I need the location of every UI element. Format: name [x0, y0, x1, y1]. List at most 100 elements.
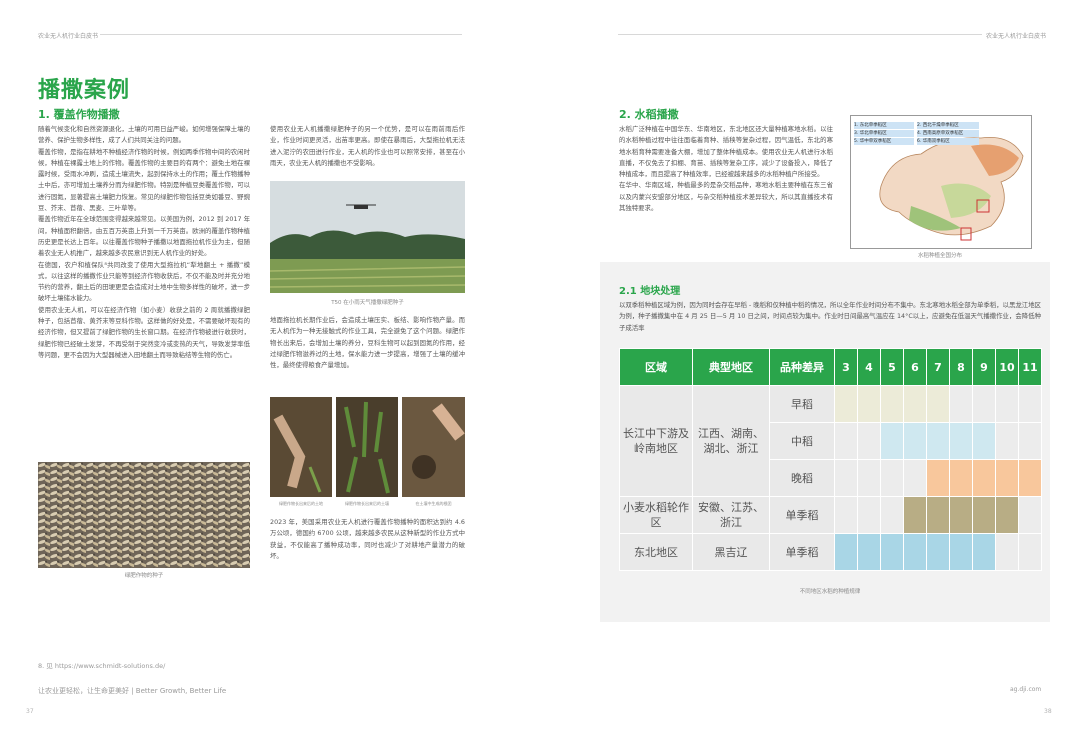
- soil-photo-2: [336, 397, 398, 497]
- plot-text: 以双季稻种植区域为例，因为同时会存在早稻 - 晚稻和仅种植中稻的情况，所以全年作…: [619, 300, 1041, 334]
- schedule-cell-active: [926, 533, 950, 571]
- schedule-cell: [1018, 496, 1042, 534]
- table-body: 长江中下游及岭南地区 江西、湖南、湖北、浙江 早稻 中稻 晚稻 小麦水稻轮作区 安徽、江苏、…: [619, 385, 1042, 571]
- schedule-cell-active: [949, 422, 973, 460]
- seeds-photo: [38, 462, 250, 568]
- schedule-cell-active: [926, 385, 950, 423]
- header-month: 11: [1018, 348, 1042, 386]
- paragraph: 使用农业无人机，可以在经济作物（如小麦）收获之前的 2 周就播撒绿肥种子，包括苜…: [38, 305, 250, 359]
- header-area: 典型地区: [692, 348, 770, 386]
- schedule-cell: [857, 459, 881, 497]
- schedule-cell: [903, 459, 927, 497]
- drone-field-photo: [270, 181, 465, 293]
- header-month: 4: [857, 348, 881, 386]
- schedule-cell-active: [857, 533, 881, 571]
- schedule-cell-active: [926, 496, 950, 534]
- schedule-cell: [1018, 422, 1042, 460]
- paragraph: 覆盖作物近年在全球范围变得越来越常见。以美国为例，2012 到 2017 年间，…: [38, 215, 250, 258]
- schedule-cell-active: [972, 422, 996, 460]
- header-rule-right: [618, 34, 982, 35]
- seeds-caption: 绿肥作物的种子: [124, 573, 164, 579]
- schedule-cell-active: [949, 459, 973, 497]
- legend-item: 5. 华中单双季稻区: [854, 138, 914, 145]
- schedule-cell: [1018, 533, 1042, 571]
- header-month: 6: [903, 348, 927, 386]
- schedule-cell-active: [949, 533, 973, 571]
- schedule-cell: [857, 422, 881, 460]
- header-region: 区域: [619, 348, 693, 386]
- schedule-cell: [834, 422, 858, 460]
- region-cell: 长江中下游及岭南地区: [619, 385, 693, 497]
- variety-cell: 单季稻: [769, 496, 835, 534]
- schedule-cell: [834, 496, 858, 534]
- header-month: 10: [995, 348, 1019, 386]
- schedule-cell-active: [880, 533, 904, 571]
- column-2-text-bottom: 2023 年，美国采用农业无人机进行覆盖作物播种的面积达到约 4.6 万公顷，德…: [270, 517, 465, 562]
- paragraph: 使用农业无人机播撒绿肥种子的另一个优势，是可以在雨前雨后作业，作业时间更灵活，出…: [270, 125, 465, 167]
- seeds-illustration: [38, 462, 250, 568]
- table-header-row: 区域 典型地区 品种差异 3 4 5 6 7 8 9 10 11: [619, 348, 1042, 386]
- schedule-cell: [972, 385, 996, 423]
- legend-item: 1. 东北单季稻区: [854, 122, 914, 129]
- slogan: 让农业更轻松，让生命更美好 | Better Growth, Better Li…: [38, 687, 227, 695]
- legend-item: 3. 华北单季稻区: [854, 130, 914, 137]
- header-rule-left: [100, 34, 462, 35]
- schedule-cell-active: [972, 496, 996, 534]
- header-month: 3: [834, 348, 858, 386]
- rice-text: 水稻广泛种植在中国华东、华南地区，东北地区还大量种植寒地水稻。以往的水稻种植过程…: [619, 124, 833, 214]
- running-header-right: 农业无人机行业白皮书: [986, 33, 1047, 40]
- column-1-text: 随着气候变化和自然资源退化，土壤的可用日益严峻。如何增强保障土壤的营养、保护生物…: [38, 124, 250, 361]
- paragraph: 在华中、华南区域，种植最多的是杂交稻品种，寒地水稻主要种植在东三省以及内蒙兴安盟…: [619, 181, 833, 213]
- small-photo-caption: 绿肥作物长出来后的土地: [279, 501, 323, 506]
- column-2-text-top: 使用农业无人机播撒绿肥种子的另一个优势，是可以在雨前雨后作业，作业时间更灵活，出…: [270, 124, 465, 169]
- website: ag.dji.com: [1010, 686, 1042, 693]
- region-cell: 东北地区: [619, 533, 693, 571]
- soil-photo-1: [270, 397, 332, 497]
- area-cell: 江西、湖南、湖北、浙江: [692, 385, 770, 497]
- running-header-left: 农业无人机行业白皮书: [38, 33, 99, 40]
- schedule-cell: [834, 459, 858, 497]
- schedule-cell: [995, 533, 1019, 571]
- region-cell: 小麦水稻轮作区: [619, 496, 693, 534]
- header-month: 7: [926, 348, 950, 386]
- page-number-right: 38: [1044, 708, 1052, 715]
- paragraph: 地面拖拉机长期作业后，会造成土壤压实、板结、影响作物产量。而无人机作为一种无接触…: [270, 316, 465, 370]
- variety-cell: 中稻: [769, 422, 835, 460]
- schedule-cell-active: [972, 459, 996, 497]
- column-2-text-middle: 地面拖拉机长期作业后，会造成土壤压实、板结、影响作物产量。而无人机作为一种无接触…: [270, 315, 465, 371]
- variety-cell: 晚稻: [769, 459, 835, 497]
- paragraph: 覆盖作物，是指在耕地不种植经济作物的时候，例如两季作物中间的农闲时候，种植在裸露…: [38, 147, 250, 213]
- header-month: 8: [949, 348, 973, 386]
- schedule-cell: [880, 459, 904, 497]
- schedule-cell-active: [903, 496, 927, 534]
- schedule-cell-active: [903, 533, 927, 571]
- schedule-cell-active: [880, 422, 904, 460]
- small-photo-caption: 绿肥作物长出来后的土壤: [345, 501, 389, 506]
- page-title: 播撒案例: [38, 78, 131, 103]
- section-heading-plot: 2.1 地块处理: [619, 286, 681, 297]
- paragraph: 以双季稻种植区域为例，因为同时会存在早稻 - 晚稻和仅种植中稻的情况，所以全年作…: [619, 301, 1041, 332]
- drone-caption: T50 在小雨天气播撒绿肥种子: [331, 300, 404, 306]
- schedule-cell-active: [880, 385, 904, 423]
- variety-cell: 单季稻: [769, 533, 835, 571]
- legend-item: 4. 西南高原单双季稻区: [917, 130, 979, 137]
- legend-item: 6. 华南双季稻区: [917, 138, 979, 145]
- soil-photo-3: [402, 397, 465, 497]
- section-heading-rice: 2. 水稻播撒: [619, 108, 679, 121]
- schedule-cell: [995, 385, 1019, 423]
- page-number-left: 37: [26, 708, 34, 715]
- map-legend-right: 2. 西北干燥单季稻区 4. 西南高原单双季稻区 6. 华南双季稻区: [917, 122, 979, 145]
- table-row: 东北地区 黑吉辽 单季稻: [619, 533, 1042, 571]
- paragraph: 2023 年，美国采用农业无人机进行覆盖作物播种的面积达到约 4.6 万公顷，德…: [270, 518, 465, 560]
- schedule-cell: [995, 422, 1019, 460]
- header-month: 9: [972, 348, 996, 386]
- table-caption: 不同地区水稻的种植规律: [799, 589, 861, 595]
- area-cell: 黑吉辽: [692, 533, 770, 571]
- schedule-cell: [857, 496, 881, 534]
- schedule-cell-active: [995, 496, 1019, 534]
- schedule-cell-active: [857, 385, 881, 423]
- schedule-cell: [880, 496, 904, 534]
- table-row: 小麦水稻轮作区 安徽、江苏、浙江 单季稻: [619, 496, 1042, 534]
- legend-item: 2. 西北干燥单季稻区: [917, 122, 979, 129]
- variety-cell: 早稻: [769, 385, 835, 423]
